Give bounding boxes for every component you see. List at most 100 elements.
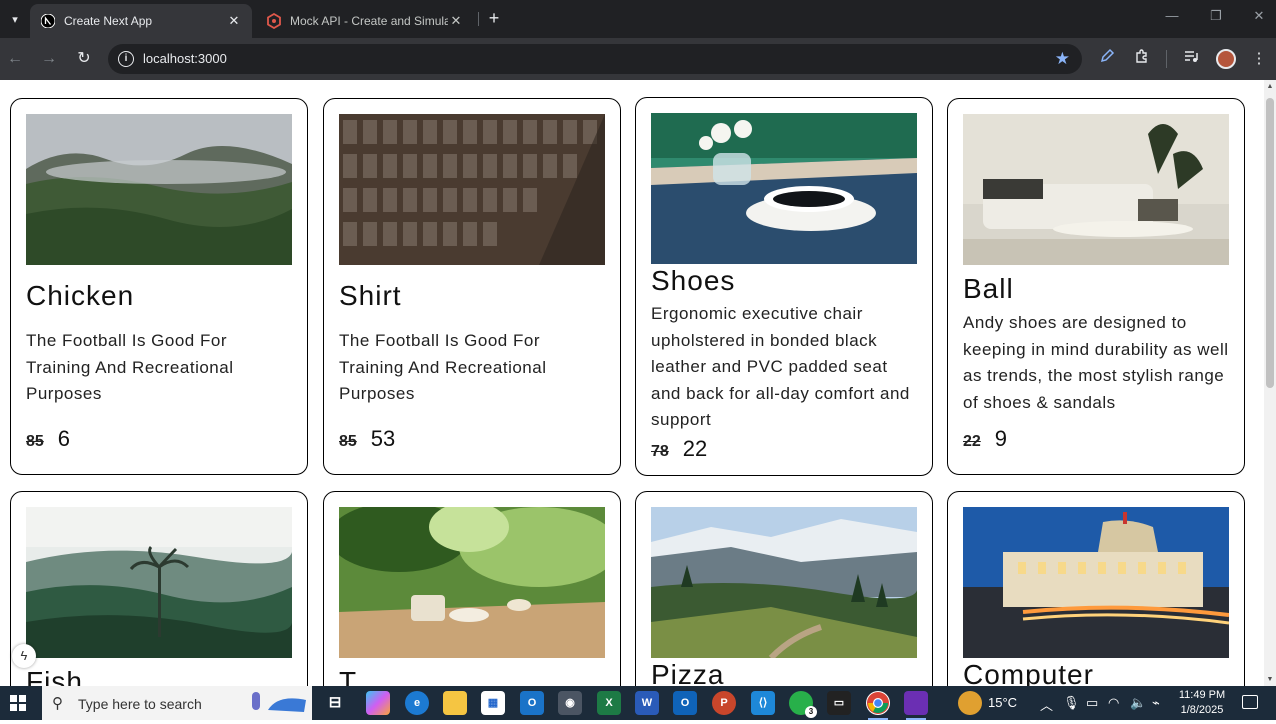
- mockapi-icon: [266, 13, 282, 29]
- forward-arrow-icon[interactable]: →: [38, 48, 60, 70]
- weather-icon[interactable]: [958, 691, 982, 715]
- back-arrow-icon[interactable]: ←: [4, 48, 26, 70]
- product-card[interactable]: Shoes Ergonomic executive chair upholste…: [635, 97, 933, 476]
- tab-title: Mock API - Create and Simulate: [290, 14, 448, 28]
- product-card[interactable]: Chicken The Football Is Good For Trainin…: [10, 98, 308, 475]
- tab-create-next-app[interactable]: Create Next App ✕: [30, 4, 252, 38]
- original-price: 85: [26, 432, 44, 450]
- weather-temperature[interactable]: 15°C: [988, 695, 1017, 710]
- price-row: 85 53: [339, 426, 605, 452]
- search-highlight-icon: [252, 692, 306, 712]
- file-explorer-icon[interactable]: [443, 691, 467, 715]
- sale-price: 22: [682, 435, 708, 461]
- nextjs-dev-indicator-icon[interactable]: ϟ: [12, 644, 36, 668]
- new-tab-button[interactable]: +: [484, 9, 504, 29]
- product-title: T: [339, 666, 358, 686]
- scroll-up-icon[interactable]: ▲: [1266, 83, 1274, 90]
- product-title: Ball: [963, 273, 1014, 304]
- product-title: Pizza: [651, 659, 725, 686]
- microphone-icon[interactable]: 🎙: [1063, 695, 1080, 711]
- notification-center-icon[interactable]: [1242, 695, 1258, 709]
- edge-icon[interactable]: e: [405, 691, 429, 715]
- volume-icon[interactable]: 🔈: [1130, 695, 1146, 711]
- task-view-icon[interactable]: ⊟: [323, 691, 347, 715]
- browser-toolbar: ← → ↻ i localhost:3000 ★ ⋮: [0, 38, 1276, 80]
- page-viewport: Chicken The Football Is Good For Trainin…: [0, 80, 1264, 686]
- reload-icon[interactable]: ↻: [73, 48, 95, 70]
- profile-avatar[interactable]: [1216, 49, 1236, 69]
- page-scrollbar[interactable]: ▲ ▼: [1264, 80, 1276, 686]
- powerpoint-icon[interactable]: P: [712, 691, 736, 715]
- product-title: Chicken: [26, 280, 135, 311]
- original-price: 78: [651, 442, 669, 460]
- whatsapp-icon[interactable]: 3: [789, 691, 817, 718]
- menu-kebab-icon[interactable]: ⋮: [1248, 48, 1270, 70]
- minimize-icon[interactable]: —: [1160, 8, 1184, 28]
- product-card[interactable]: Ball Andy shoes are designed to keeping …: [947, 98, 1245, 475]
- sale-price: 53: [370, 425, 396, 451]
- product-image-coffee-cup: [651, 113, 917, 264]
- battery-icon[interactable]: ▭: [1086, 695, 1098, 711]
- app-active-icon[interactable]: [904, 691, 928, 720]
- product-image-building-facade: [339, 114, 605, 265]
- search-placeholder: Type here to search: [78, 696, 202, 712]
- network-icon[interactable]: ⌁: [1152, 695, 1160, 711]
- product-description: Ergonomic executive chair upholstered in…: [651, 304, 910, 429]
- address-bar[interactable]: i localhost:3000 ★: [108, 44, 1082, 74]
- tray-chevron-icon[interactable]: ︿: [1040, 695, 1053, 714]
- vscode-icon[interactable]: ⟨⟩: [751, 691, 775, 715]
- store-icon[interactable]: ▦: [481, 691, 505, 715]
- bookmark-star-icon[interactable]: ★: [1055, 49, 1070, 69]
- product-description: Andy shoes are designed to keeping in mi…: [963, 313, 1229, 412]
- price-row: 22 9: [963, 426, 1229, 452]
- chrome-icon[interactable]: [866, 691, 890, 720]
- clock-date: 1/8/2025: [1180, 704, 1224, 716]
- restore-icon[interactable]: ❐: [1204, 8, 1228, 28]
- wifi-icon[interactable]: ◠: [1108, 695, 1119, 711]
- outlook-classic-icon[interactable]: O: [673, 691, 697, 715]
- product-image-palm-forest: [26, 507, 292, 658]
- scroll-down-icon[interactable]: ▼: [1266, 676, 1274, 683]
- product-description: The Football Is Good For Training And Re…: [339, 331, 547, 403]
- search-icon: ⚲: [52, 695, 63, 712]
- terminal-icon[interactable]: ▭: [827, 691, 851, 715]
- product-title: Shirt: [339, 280, 402, 311]
- product-title: Fish: [26, 666, 83, 686]
- original-price: 22: [963, 433, 981, 450]
- url-text[interactable]: localhost:3000: [143, 51, 227, 66]
- taskbar-search-box[interactable]: ⚲ Type here to search: [42, 686, 312, 720]
- windows-start-icon[interactable]: [10, 695, 26, 711]
- product-card[interactable]: Fish: [10, 491, 308, 686]
- tab-strip: ▾ Create Next App ✕ Mock API - Create an…: [0, 0, 1276, 38]
- pen-extension-icon[interactable]: [1096, 48, 1118, 70]
- site-info-icon[interactable]: i: [118, 51, 134, 67]
- close-window-icon[interactable]: ✕: [1247, 8, 1271, 28]
- tab-title: Create Next App: [64, 14, 153, 28]
- product-card[interactable]: Pizza: [635, 491, 933, 686]
- media-controls-icon[interactable]: [1180, 48, 1202, 70]
- tab-mock-api[interactable]: Mock API - Create and Simulate ✕: [256, 4, 474, 38]
- outlook-icon[interactable]: O: [520, 691, 544, 715]
- camera-icon[interactable]: ◉: [558, 691, 582, 715]
- toolbar-divider: [1166, 50, 1167, 68]
- taskbar: ⚲ Type here to search ⊟ e ▦ O ◉ X W O P …: [0, 686, 1276, 720]
- tab-close-icon[interactable]: ✕: [448, 13, 464, 29]
- tab-search-button[interactable]: ▾: [4, 8, 26, 30]
- copilot-icon[interactable]: [366, 691, 390, 715]
- extensions-puzzle-icon[interactable]: [1131, 48, 1153, 70]
- excel-icon[interactable]: X: [597, 691, 621, 715]
- whatsapp-badge: 3: [805, 706, 817, 718]
- tab-divider: [478, 12, 479, 26]
- product-image-alpine-valley: [651, 507, 917, 658]
- system-clock[interactable]: 11:49 PM 1/8/2025: [1176, 688, 1228, 718]
- scroll-thumb[interactable]: [1266, 98, 1274, 388]
- price-row: 85 6: [26, 426, 292, 452]
- product-image-misty-mountains: [26, 114, 292, 265]
- product-card[interactable]: T: [323, 491, 621, 686]
- nextjs-icon: [40, 13, 56, 29]
- product-card[interactable]: Shirt The Football Is Good For Training …: [323, 98, 621, 475]
- original-price: 85: [339, 432, 357, 450]
- tab-close-icon[interactable]: ✕: [226, 13, 242, 29]
- product-card[interactable]: Computer: [947, 491, 1245, 686]
- word-icon[interactable]: W: [635, 691, 659, 715]
